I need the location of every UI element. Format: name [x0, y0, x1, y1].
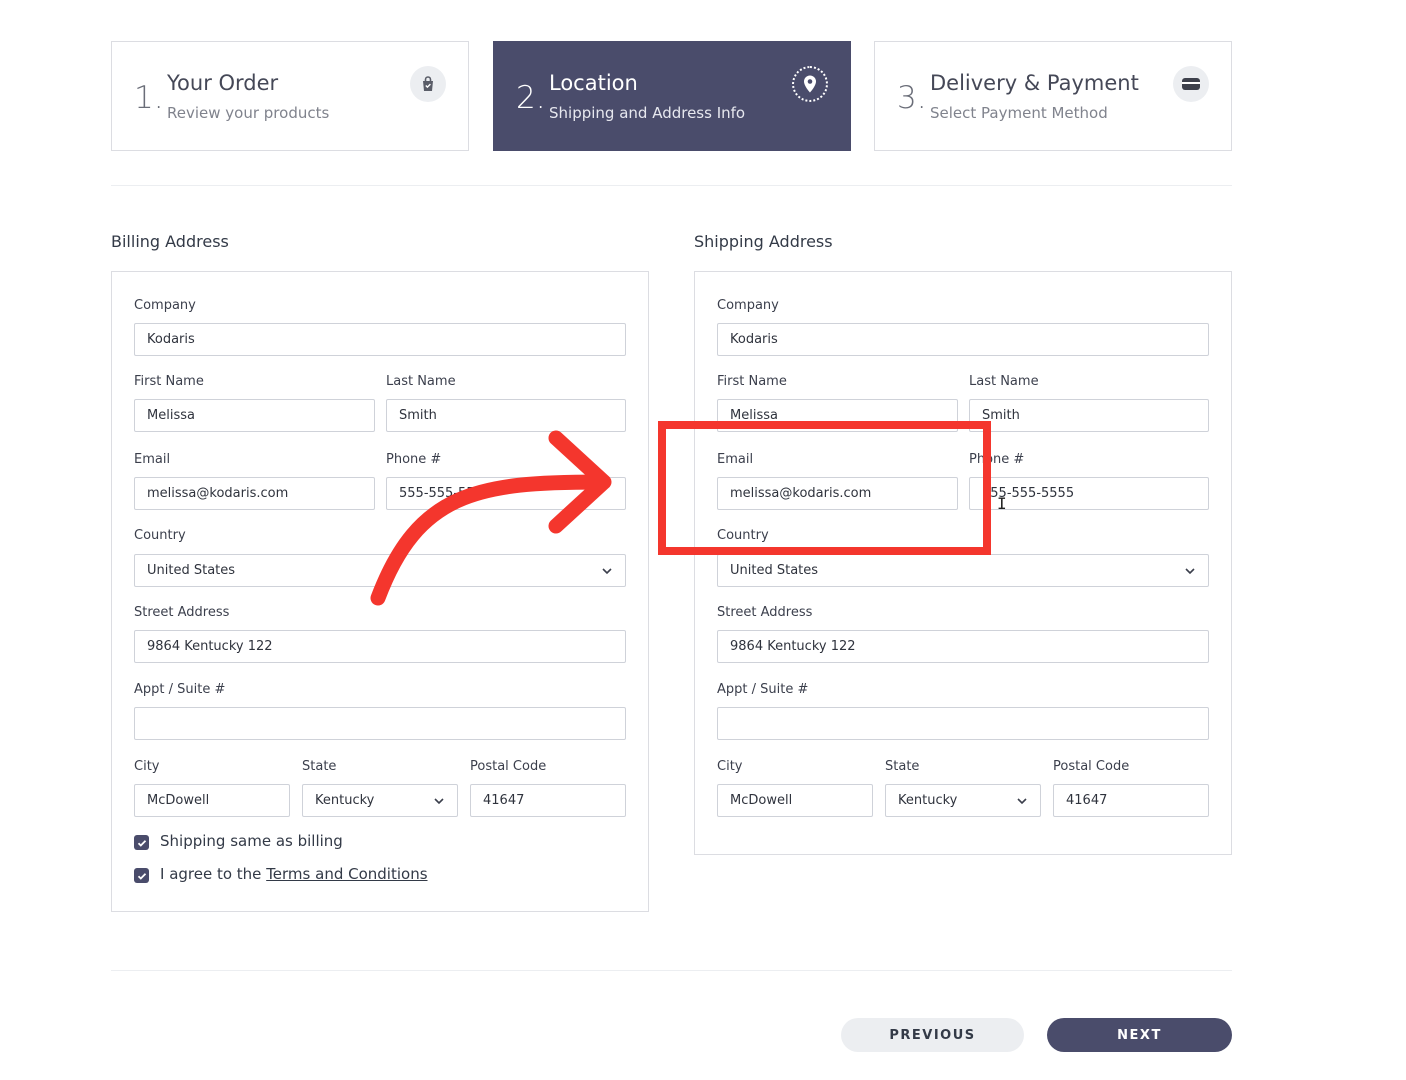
- billing-address-title: Billing Address: [111, 232, 229, 251]
- shipping-state-select[interactable]: Kentucky: [885, 784, 1041, 817]
- billing-company-label: Company: [134, 298, 196, 313]
- billing-country-value: United States: [147, 563, 236, 578]
- step-delivery-payment[interactable]: 3. Delivery & Payment Select Payment Met…: [874, 41, 1232, 151]
- billing-last-name-label: Last Name: [386, 374, 456, 389]
- step-number: 1.: [134, 80, 164, 116]
- step-location[interactable]: 2. Location Shipping and Address Info: [493, 41, 851, 151]
- divider: [111, 185, 1232, 186]
- next-button[interactable]: NEXT: [1047, 1018, 1232, 1052]
- step-title: Location: [549, 71, 638, 95]
- shipping-city-input[interactable]: McDowell: [717, 784, 873, 817]
- shipping-postal-input[interactable]: 41647: [1053, 784, 1209, 817]
- shipping-phone-label: Phone #: [969, 452, 1025, 467]
- step-subtitle: Review your products: [167, 104, 330, 122]
- shipping-address-title: Shipping Address: [694, 232, 833, 251]
- step-title: Delivery & Payment: [930, 71, 1139, 95]
- chevron-down-icon: [1017, 798, 1027, 805]
- billing-last-name-input[interactable]: Smith: [386, 399, 626, 432]
- shipping-first-name-input[interactable]: Melissa: [717, 399, 958, 432]
- step-your-order[interactable]: 1. Your Order Review your products: [111, 41, 469, 151]
- credit-card-icon: [1173, 66, 1209, 102]
- shipping-suite-label: Appt / Suite #: [717, 682, 809, 697]
- check-icon: [137, 872, 146, 880]
- billing-street-input[interactable]: 9864 Kentucky 122: [134, 630, 626, 663]
- shopping-bag-icon: [410, 66, 446, 102]
- shipping-company-input[interactable]: Kodaris: [717, 323, 1209, 356]
- billing-postal-label: Postal Code: [470, 759, 547, 774]
- billing-city-label: City: [134, 759, 160, 774]
- step-subtitle: Select Payment Method: [930, 104, 1108, 122]
- billing-suite-input[interactable]: [134, 707, 626, 740]
- agree-terms-checkbox[interactable]: [134, 868, 149, 883]
- divider: [111, 970, 1232, 971]
- billing-email-label: Email: [134, 452, 171, 467]
- billing-state-label: State: [302, 759, 337, 774]
- chevron-down-icon: [602, 568, 612, 575]
- map-pin-icon: [792, 66, 828, 102]
- shipping-company-label: Company: [717, 298, 779, 313]
- check-icon: [137, 839, 146, 847]
- agree-terms-label: I agree to the Terms and Conditions: [160, 865, 428, 883]
- shipping-state-label: State: [885, 759, 920, 774]
- step-subtitle: Shipping and Address Info: [549, 104, 746, 122]
- chevron-down-icon: [434, 798, 444, 805]
- shipping-street-input[interactable]: 9864 Kentucky 122: [717, 630, 1209, 663]
- billing-country-label: Country: [134, 528, 186, 543]
- step-number: 3.: [897, 80, 927, 116]
- billing-phone-input[interactable]: 555-555-5555: [386, 477, 626, 510]
- billing-company-input[interactable]: Kodaris: [134, 323, 626, 356]
- shipping-country-value: United States: [730, 563, 819, 578]
- billing-postal-input[interactable]: 41647: [470, 784, 626, 817]
- agree-terms-prefix: I agree to the: [160, 865, 267, 883]
- shipping-email-input[interactable]: melissa@kodaris.com: [717, 477, 958, 510]
- shipping-last-name-input[interactable]: Smith: [969, 399, 1209, 432]
- previous-button[interactable]: PREVIOUS: [841, 1018, 1024, 1052]
- billing-first-name-input[interactable]: Melissa: [134, 399, 375, 432]
- billing-email-input[interactable]: melissa@kodaris.com: [134, 477, 375, 510]
- text-cursor-icon: I: [997, 494, 1007, 513]
- shipping-country-label: Country: [717, 528, 769, 543]
- shipping-city-label: City: [717, 759, 743, 774]
- billing-country-select[interactable]: United States: [134, 554, 626, 587]
- billing-state-value: Kentucky: [315, 793, 375, 808]
- shipping-state-value: Kentucky: [898, 793, 958, 808]
- step-number: 2.: [516, 80, 546, 116]
- shipping-last-name-label: Last Name: [969, 374, 1039, 389]
- billing-street-label: Street Address: [134, 605, 230, 620]
- shipping-email-label: Email: [717, 452, 754, 467]
- shipping-same-label: Shipping same as billing: [160, 832, 343, 850]
- shipping-first-name-label: First Name: [717, 374, 787, 389]
- shipping-postal-label: Postal Code: [1053, 759, 1130, 774]
- billing-first-name-label: First Name: [134, 374, 204, 389]
- shipping-country-select[interactable]: United States: [717, 554, 1209, 587]
- shipping-street-label: Street Address: [717, 605, 813, 620]
- step-title: Your Order: [167, 71, 279, 95]
- shipping-same-checkbox[interactable]: [134, 835, 149, 850]
- shipping-suite-input[interactable]: [717, 707, 1209, 740]
- terms-and-conditions-link[interactable]: Terms and Conditions: [266, 865, 427, 883]
- billing-phone-label: Phone #: [386, 452, 442, 467]
- billing-suite-label: Appt / Suite #: [134, 682, 226, 697]
- billing-city-input[interactable]: McDowell: [134, 784, 290, 817]
- billing-state-select[interactable]: Kentucky: [302, 784, 458, 817]
- chevron-down-icon: [1185, 568, 1195, 575]
